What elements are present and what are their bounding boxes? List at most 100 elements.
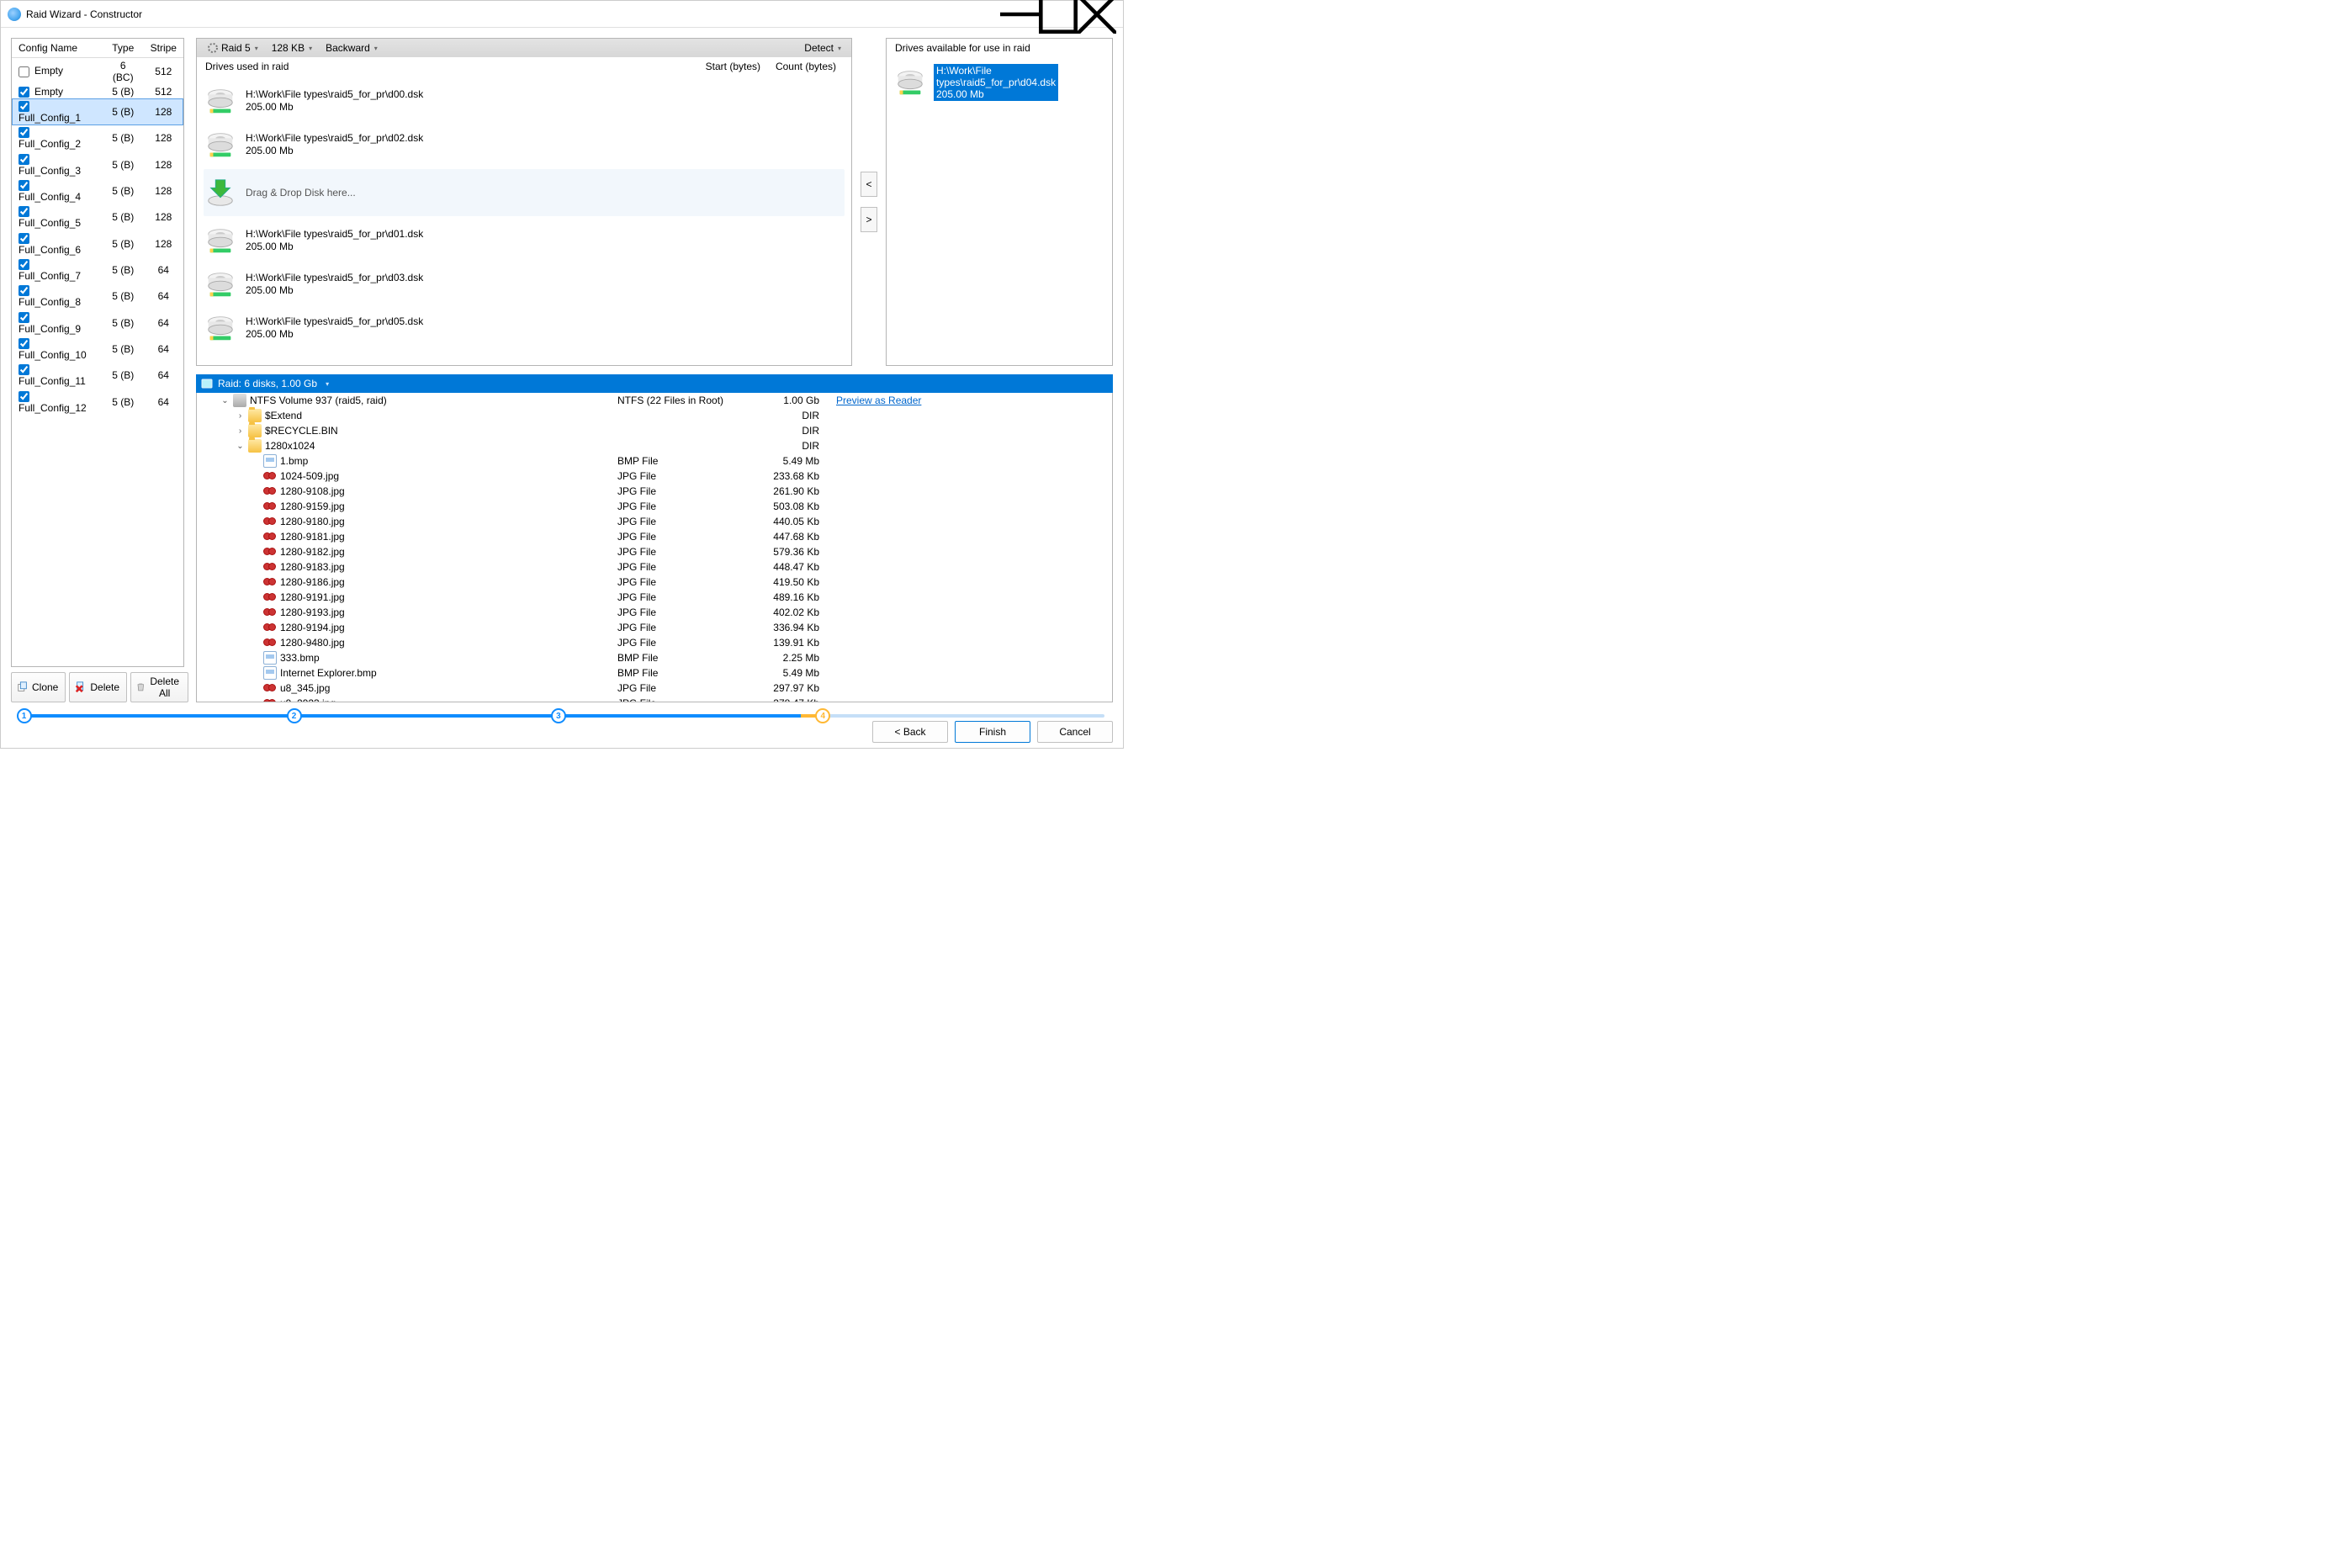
drop-slot[interactable]: Drag & Drop Disk here... xyxy=(204,169,845,216)
used-drive-item[interactable]: H:\Work\File types\raid5_for_pr\d05.dsk2… xyxy=(204,306,845,350)
available-drive-item[interactable]: H:\Work\Filetypes\raid5_for_pr\d04.dsk20… xyxy=(893,61,1105,104)
maximize-button[interactable] xyxy=(1039,1,1078,27)
preview-link[interactable]: Preview as Reader xyxy=(836,395,921,406)
minimize-button[interactable] xyxy=(1000,1,1039,27)
config-header-type[interactable]: Type xyxy=(103,39,144,58)
used-drive-item[interactable]: H:\Work\File types\raid5_for_pr\d02.dsk2… xyxy=(204,123,845,167)
expand-toggle[interactable]: › xyxy=(236,411,245,421)
config-row[interactable]: Full_Config_25 (B)128 xyxy=(12,125,183,151)
tree-row[interactable]: 333.bmpBMP File2.25 Mb xyxy=(197,650,1112,665)
config-checkbox[interactable] xyxy=(19,259,29,270)
tree-row[interactable]: 1280-9191.jpgJPG File489.16 Kb xyxy=(197,590,1112,605)
tree-row[interactable]: u8_345.jpgJPG File297.97 Kb xyxy=(197,681,1112,696)
tree-row[interactable]: ⌄1280x1024DIR xyxy=(197,438,1112,453)
delete-button[interactable]: Delete xyxy=(69,672,127,702)
raid-icon xyxy=(207,42,219,54)
finish-button[interactable]: Finish xyxy=(955,721,1030,743)
config-checkbox[interactable] xyxy=(19,154,29,165)
order-dropdown[interactable]: Backward▾ xyxy=(320,42,383,54)
caret-down-icon: ▾ xyxy=(255,45,258,52)
used-drives-title: Drives used in raid xyxy=(205,61,691,72)
config-row[interactable]: Full_Config_115 (B)64 xyxy=(12,363,183,389)
expand-toggle[interactable]: ⌄ xyxy=(220,396,230,405)
delete-all-button[interactable]: Delete All xyxy=(130,672,188,702)
config-checkbox[interactable] xyxy=(19,338,29,349)
config-checkbox[interactable] xyxy=(19,66,29,77)
file-tree[interactable]: ⌄NTFS Volume 937 (raid5, raid)NTFS (22 F… xyxy=(196,393,1113,702)
config-row[interactable]: Full_Config_15 (B)128 xyxy=(12,98,183,124)
used-drive-item[interactable]: H:\Work\File types\raid5_for_pr\d00.dsk2… xyxy=(204,79,845,123)
tree-row[interactable]: 1280-9480.jpgJPG File139.91 Kb xyxy=(197,635,1112,650)
hard-drive-icon xyxy=(894,66,926,98)
config-checkbox[interactable] xyxy=(19,206,29,217)
detect-dropdown[interactable]: Detect▾ xyxy=(799,42,846,54)
config-row[interactable]: Full_Config_45 (B)128 xyxy=(12,177,183,204)
tree-row[interactable]: 1280-9181.jpgJPG File447.68 Kb xyxy=(197,529,1112,544)
config-checkbox[interactable] xyxy=(19,391,29,402)
jpg-icon xyxy=(263,621,277,634)
config-row[interactable]: Full_Config_85 (B)64 xyxy=(12,283,183,310)
tree-row[interactable]: ⌄NTFS Volume 937 (raid5, raid)NTFS (22 F… xyxy=(197,393,1112,408)
col-count[interactable]: Count (bytes) xyxy=(767,61,843,72)
cancel-button[interactable]: Cancel xyxy=(1037,721,1113,743)
block-size-dropdown[interactable]: 128 KB▾ xyxy=(267,42,317,54)
close-button[interactable] xyxy=(1078,1,1116,27)
folder-icon xyxy=(248,439,262,453)
tree-row[interactable]: 1280-9159.jpgJPG File503.08 Kb xyxy=(197,499,1112,514)
expand-toggle[interactable]: ⌄ xyxy=(236,442,245,451)
avail-drives-title: Drives available for use in raid xyxy=(895,42,1104,54)
tree-row[interactable]: Internet Explorer.bmpBMP File5.49 Mb xyxy=(197,665,1112,681)
app-icon xyxy=(8,8,21,21)
config-row[interactable]: Full_Config_125 (B)64 xyxy=(12,389,183,415)
tree-row[interactable]: 1280-9180.jpgJPG File440.05 Kb xyxy=(197,514,1112,529)
config-row[interactable]: Full_Config_95 (B)64 xyxy=(12,310,183,336)
config-checkbox[interactable] xyxy=(19,364,29,375)
config-checkbox[interactable] xyxy=(19,233,29,244)
move-right-button[interactable]: > xyxy=(861,207,877,232)
config-header-name[interactable]: Config Name xyxy=(12,39,103,58)
tree-row[interactable]: 1280-9182.jpgJPG File579.36 Kb xyxy=(197,544,1112,559)
hard-drive-icon xyxy=(204,312,236,344)
tree-row[interactable]: 1024-509.jpgJPG File233.68 Kb xyxy=(197,469,1112,484)
config-row[interactable]: Full_Config_35 (B)128 xyxy=(12,151,183,177)
back-button[interactable]: < Back xyxy=(872,721,948,743)
jpg-icon xyxy=(263,530,277,543)
tree-row[interactable]: 1280-9193.jpgJPG File402.02 Kb xyxy=(197,605,1112,620)
jpg-icon xyxy=(263,469,277,483)
tree-row[interactable]: 1280-9183.jpgJPG File448.47 Kb xyxy=(197,559,1112,575)
move-left-button[interactable]: < xyxy=(861,172,877,197)
used-drive-item[interactable]: H:\Work\File types\raid5_for_pr\d01.dsk2… xyxy=(204,219,845,262)
config-table[interactable]: Config Name Type Stripe Empty6 (BC)512Em… xyxy=(11,38,184,667)
config-header-stripe[interactable]: Stripe xyxy=(144,39,183,58)
config-row[interactable]: Full_Config_75 (B)64 xyxy=(12,257,183,283)
raid-info-bar[interactable]: Raid: 6 disks, 1.00 Gb ▾ xyxy=(196,374,1113,393)
config-row[interactable]: Full_Config_65 (B)128 xyxy=(12,230,183,257)
config-checkbox[interactable] xyxy=(19,312,29,323)
config-row[interactable]: Empty5 (B)512 xyxy=(12,84,183,98)
jpg-icon xyxy=(263,485,277,498)
window-title: Raid Wizard - Constructor xyxy=(26,8,1000,20)
tree-row[interactable]: ›$RECYCLE.BINDIR xyxy=(197,423,1112,438)
tree-row[interactable]: 1280-9194.jpgJPG File336.94 Kb xyxy=(197,620,1112,635)
config-checkbox[interactable] xyxy=(19,101,29,112)
config-row[interactable]: Full_Config_55 (B)128 xyxy=(12,204,183,230)
raid-type-dropdown[interactable]: Raid 5▾ xyxy=(202,42,263,54)
config-checkbox[interactable] xyxy=(19,87,29,98)
config-row[interactable]: Empty6 (BC)512 xyxy=(12,58,183,85)
tree-row[interactable]: 1.bmpBMP File5.49 Mb xyxy=(197,453,1112,469)
tree-row[interactable]: 1280-9186.jpgJPG File419.50 Kb xyxy=(197,575,1112,590)
file-icon xyxy=(263,666,277,680)
step-progress: 1 2 3 4 xyxy=(11,707,1113,716)
used-drive-item[interactable]: H:\Work\File types\raid5_for_pr\d03.dsk2… xyxy=(204,262,845,306)
config-row[interactable]: Full_Config_105 (B)64 xyxy=(12,336,183,362)
tree-row[interactable]: 1280-9108.jpgJPG File261.90 Kb xyxy=(197,484,1112,499)
file-icon xyxy=(263,454,277,468)
expand-toggle[interactable]: › xyxy=(236,426,245,436)
clone-button[interactable]: Clone xyxy=(11,672,66,702)
tree-row[interactable]: u9_2923.jpgJPG File378.47 Kb xyxy=(197,696,1112,702)
config-checkbox[interactable] xyxy=(19,180,29,191)
tree-row[interactable]: ›$ExtendDIR xyxy=(197,408,1112,423)
col-start[interactable]: Start (bytes) xyxy=(691,61,767,72)
config-checkbox[interactable] xyxy=(19,127,29,138)
config-checkbox[interactable] xyxy=(19,285,29,296)
